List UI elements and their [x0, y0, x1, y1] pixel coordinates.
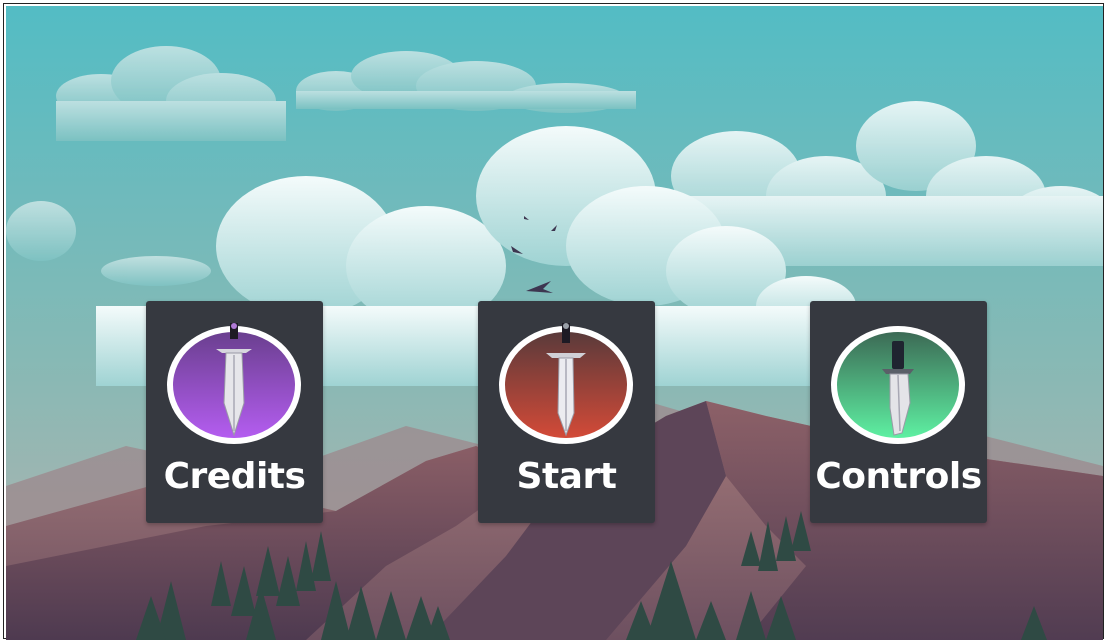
controls-label: Controls [815, 456, 982, 497]
credits-label: Credits [163, 456, 306, 497]
green-dagger-icon [831, 326, 965, 444]
credits-button[interactable]: Credits [146, 301, 323, 523]
start-label: Start [516, 456, 617, 497]
purple-sword-icon [167, 323, 301, 444]
game-scene: Credits Start Controls [6, 6, 1103, 640]
start-button[interactable]: Start [478, 301, 655, 523]
red-sword-icon [499, 323, 633, 444]
controls-button[interactable]: Controls [810, 301, 987, 523]
